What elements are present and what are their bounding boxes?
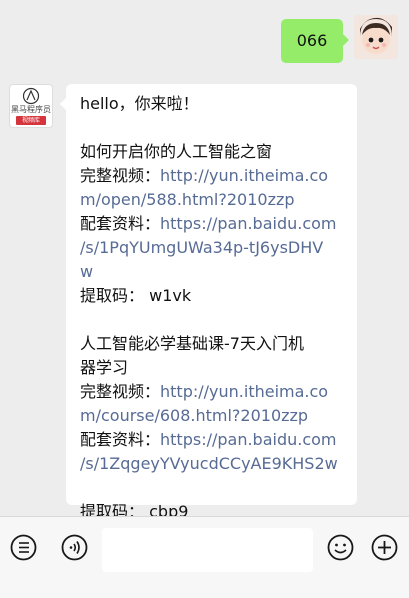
sender-avatar[interactable]: 黑马程序员 视频库 xyxy=(9,84,53,128)
message-input[interactable] xyxy=(102,528,313,572)
greeting-text: hello，你来啦！ xyxy=(80,94,199,113)
brand-logo-icon xyxy=(22,87,40,105)
emoji-icon[interactable] xyxy=(327,534,354,561)
menu-list-icon[interactable] xyxy=(10,534,37,561)
my-message-text: 066 xyxy=(296,31,328,50)
course1-video-link-cont[interactable]: m/open/588.html?2010zzp xyxy=(80,188,347,212)
course2-video-link[interactable]: http://yun.itheima.co xyxy=(160,382,328,401)
my-message-bubble[interactable]: 066 xyxy=(281,19,349,63)
course2-video-label: 完整视频： xyxy=(80,382,161,401)
user-avatar[interactable] xyxy=(354,15,398,59)
course1-code-label: 提取码： xyxy=(80,286,145,305)
brand-name: 黑马程序员 xyxy=(11,105,51,114)
course2-material-label: 配套资料： xyxy=(80,430,161,449)
course2-material-link[interactable]: https://pan.baidu.com xyxy=(160,430,337,449)
course2-video-link-cont[interactable]: m/course/608.html?2010zzp xyxy=(80,404,347,428)
course1-material-link-cont2[interactable]: w xyxy=(80,260,347,284)
brand-tag: 视频库 xyxy=(16,116,46,125)
course1-material-label: 配套资料： xyxy=(80,214,161,233)
chat-input-toolbar xyxy=(0,516,409,598)
baby-face-icon xyxy=(354,15,398,59)
course1-video-label: 完整视频： xyxy=(80,166,161,185)
course1-code: w1vk xyxy=(149,286,192,305)
course1-title: 如何开启你的人工智能之窗 xyxy=(80,142,273,161)
course2-material-link-cont[interactable]: /s/1ZqgeyYVyucdCCyAE9KHS2w xyxy=(80,452,347,476)
course2-title: 人工智能必学基础课-7天入门机 xyxy=(80,334,304,353)
course1-video-link[interactable]: http://yun.itheima.co xyxy=(160,166,328,185)
plus-icon[interactable] xyxy=(371,534,398,561)
voice-icon[interactable] xyxy=(61,534,88,561)
course1-material-link[interactable]: https://pan.baidu.com xyxy=(160,214,337,233)
course2-title-cont: 器学习 xyxy=(80,358,129,377)
course1-material-link-cont[interactable]: /s/1PqYUmgUWa34p-tJ6ysDHV xyxy=(80,236,347,260)
received-message-bubble[interactable]: hello，你来啦！ 如何开启你的人工智能之窗 完整视频：http://yun.… xyxy=(60,84,357,521)
